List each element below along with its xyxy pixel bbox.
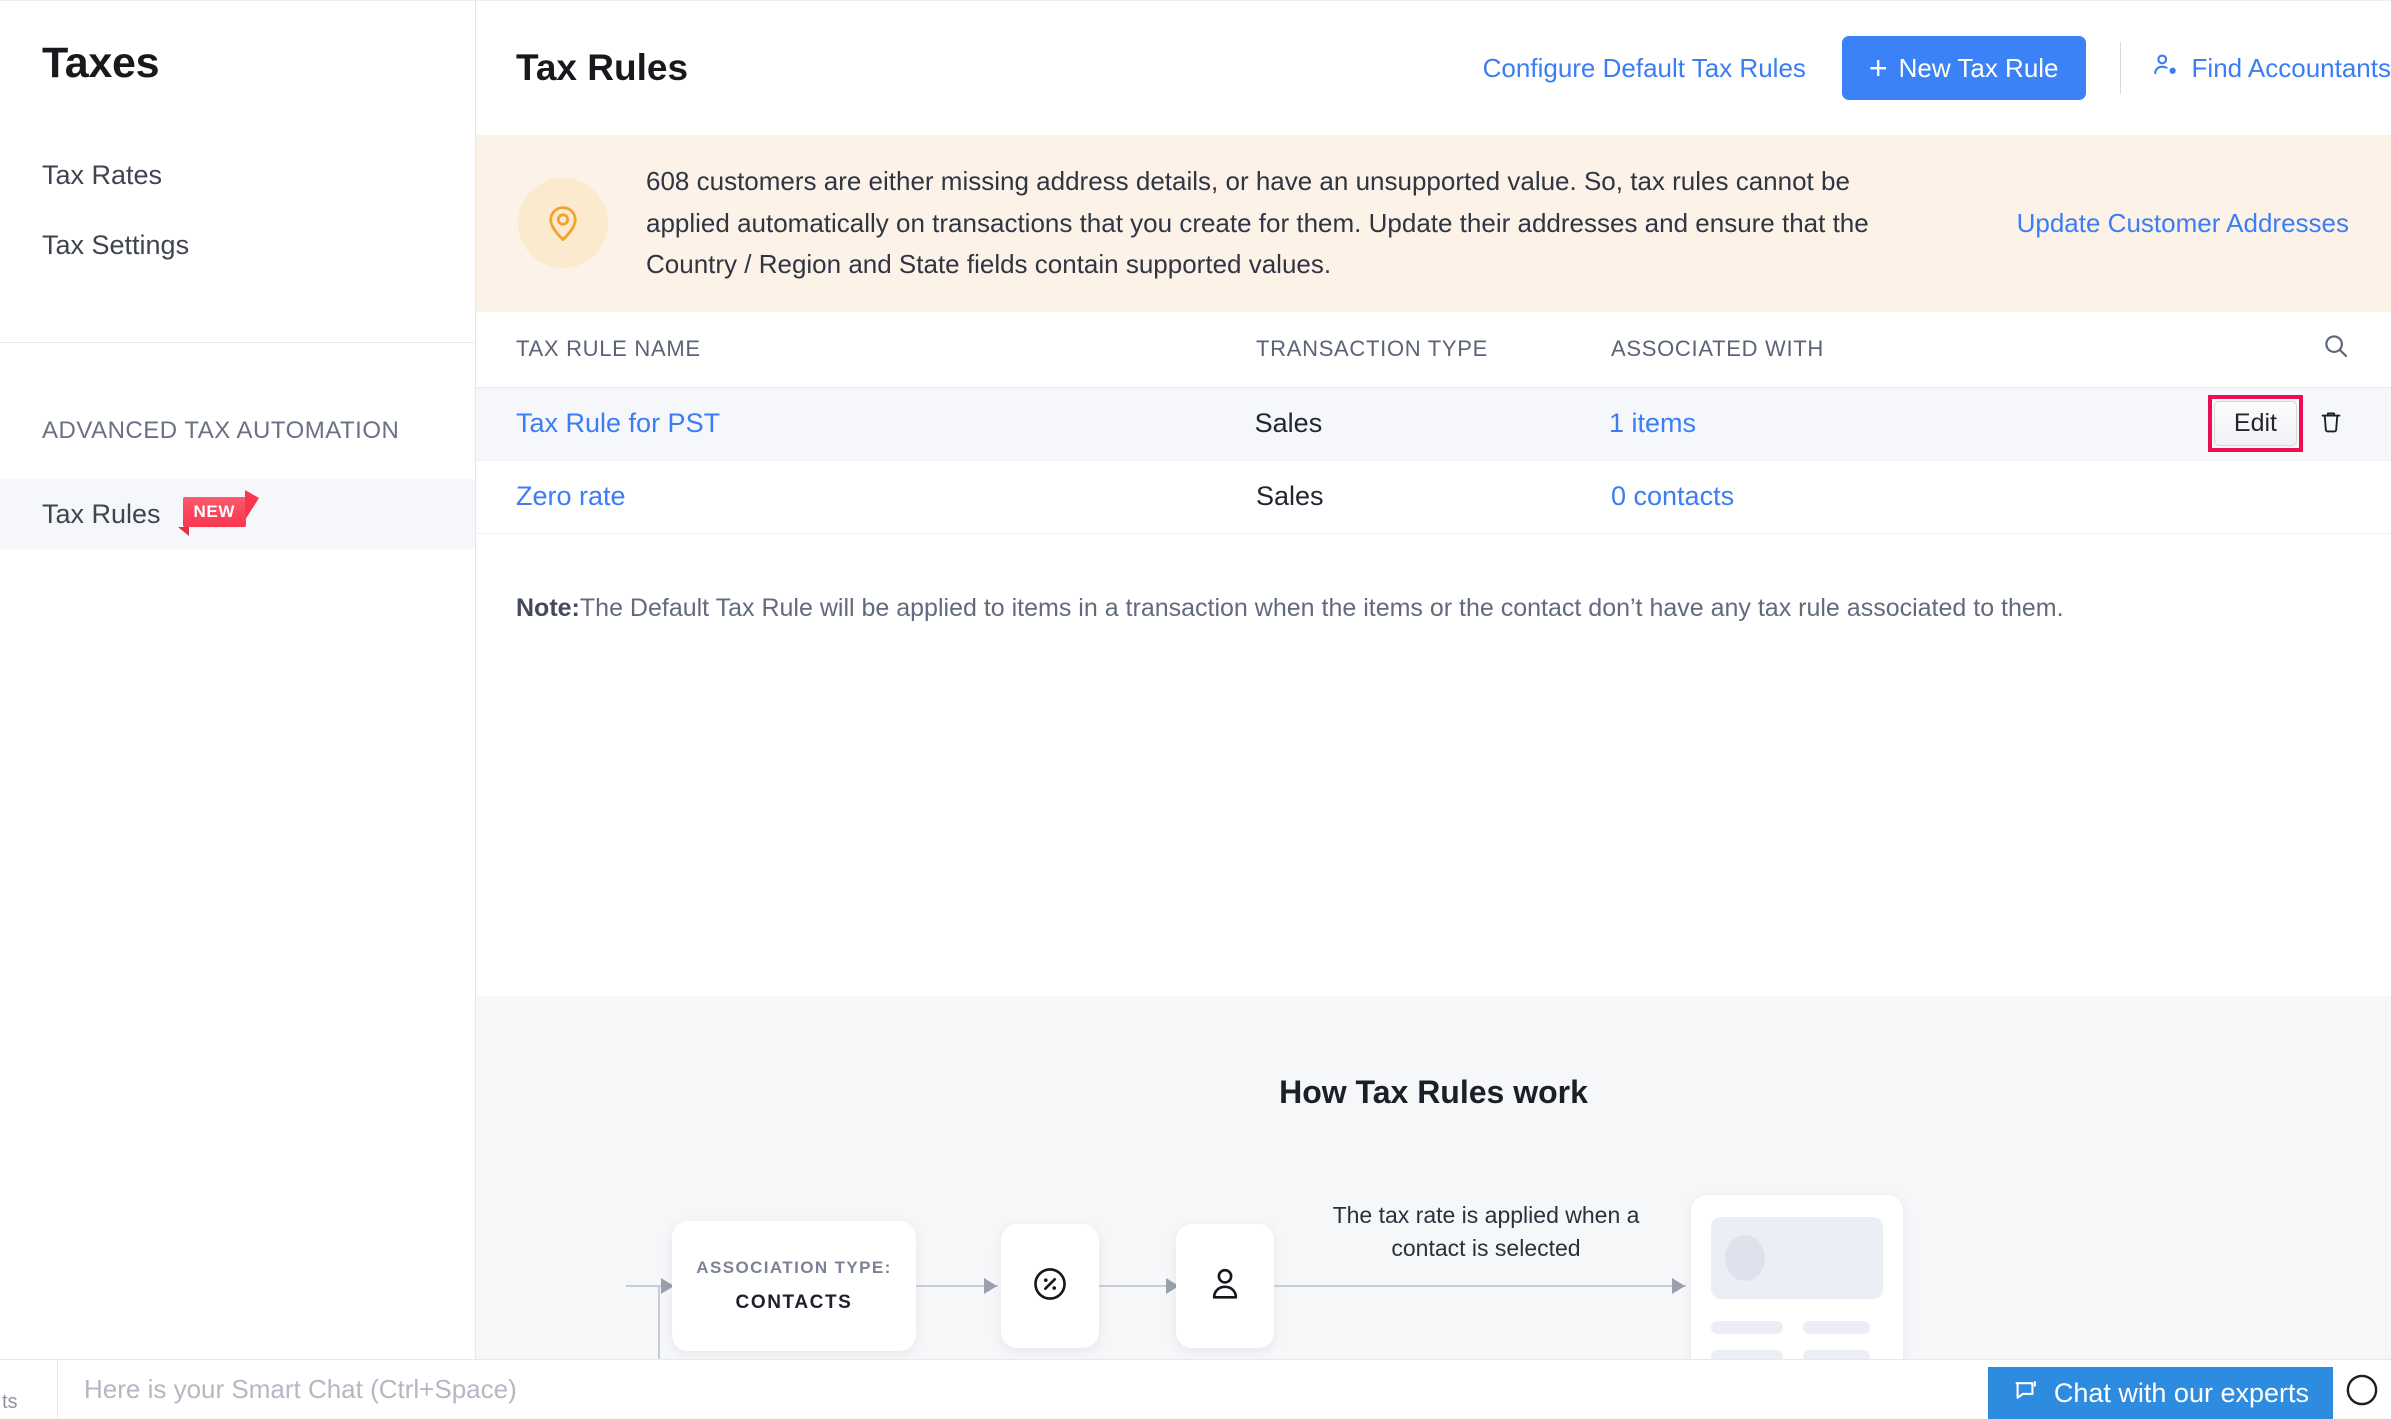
associated-with-link[interactable]: 1 items [1609, 408, 2208, 439]
transaction-preview-card [1691, 1195, 1903, 1359]
plus-icon: + [1868, 50, 1888, 86]
tax-rate-step-card [1001, 1224, 1099, 1348]
location-pin-icon [518, 178, 608, 269]
new-badge: NEW [177, 497, 247, 536]
preview-bar [1711, 1350, 1783, 1359]
tax-rule-name-link[interactable]: Zero rate [516, 481, 1256, 512]
arrow-icon [984, 1278, 997, 1294]
address-warning-banner: 608 customers are either missing address… [476, 135, 2391, 312]
preview-bar [1803, 1321, 1870, 1334]
sidebar-item-label: Tax Rules [42, 498, 161, 529]
note-label: Note: [516, 593, 580, 622]
column-header-transaction-type: TRANSACTION TYPE [1256, 336, 1489, 362]
bottom-bar-left-fragment: ts [0, 1359, 58, 1419]
transaction-type-value: Sales [1254, 408, 1323, 439]
association-type-value: CONTACTS [735, 1292, 853, 1313]
table-row[interactable]: Tax Rule for PST Sales 1 items Edit [476, 387, 2391, 461]
chat-button-label: Chat with our experts [2053, 1377, 2309, 1408]
table-row[interactable]: Zero rate Sales 0 contacts [476, 461, 2391, 534]
chat-bubble-icon [2012, 1376, 2040, 1411]
preview-hero [1711, 1217, 1883, 1299]
find-accountants-label: Find Accountants [2191, 52, 2391, 83]
sidebar-group-label: ADVANCED TAX AUTOMATION [42, 417, 400, 444]
tax-rule-name-link[interactable]: Tax Rule for PST [516, 408, 1255, 439]
configure-default-tax-rules-link[interactable]: Configure Default Tax Rules [1483, 53, 1806, 84]
tax-rules-table: TAX RULE NAME TRANSACTION TYPE ASSOCIATE… [476, 312, 2391, 534]
associated-with-link[interactable]: 0 contacts [1611, 481, 2211, 512]
preview-row [1711, 1321, 1883, 1334]
how-tax-rules-work-section: How Tax Rules work ASSOCIATION TYPE: CON… [476, 996, 2391, 1359]
flow-edge-label: The tax rate is applied when a contact i… [1332, 1202, 1640, 1262]
header-actions: Configure Default Tax Rules + New Tax Ru… [1483, 36, 2391, 100]
sidebar-title: Taxes [42, 39, 160, 87]
table-header-actions [2211, 331, 2351, 367]
flow-elbow-line [658, 1285, 660, 1359]
new-tax-rule-button[interactable]: + New Tax Rule [1841, 36, 2086, 100]
associate-contacts-step-card [1176, 1224, 1274, 1348]
flow-diagram: ASSOCIATION TYPE: CONTACTS The tax rate … [476, 1181, 2391, 1359]
sidebar-item-label: Tax Rates [42, 159, 163, 190]
person-add-icon [2151, 50, 2181, 87]
new-tax-rule-label: New Tax Rule [1898, 52, 2059, 83]
association-type-card: ASSOCIATION TYPE: CONTACTS [672, 1221, 916, 1351]
transaction-type-value: Sales [1256, 481, 1324, 512]
bottom-bar-right-icon[interactable] [2333, 1360, 2391, 1419]
delete-button[interactable] [2311, 404, 2351, 443]
sidebar-item-tax-settings[interactable]: Tax Settings [0, 210, 475, 280]
arrow-icon [1672, 1278, 1685, 1294]
person-icon [1204, 1263, 1246, 1310]
search-icon[interactable] [2321, 331, 2351, 367]
sidebar-item-tax-rules[interactable]: Tax Rules NEW [0, 479, 475, 549]
sidebar: Taxes Tax Rates Tax Settings ADVANCED TA… [0, 0, 476, 1359]
page-title: Tax Rules [516, 47, 689, 88]
edit-button-highlight: Edit [2207, 395, 2304, 453]
page-header: Tax Rules Configure Default Tax Rules + … [476, 1, 2391, 135]
trash-icon [2317, 408, 2345, 439]
app-root: Taxes Tax Rates Tax Settings ADVANCED TA… [0, 0, 2391, 1419]
default-rule-note: Note:The Default Tax Rule will be applie… [476, 534, 2391, 623]
preview-avatar [1725, 1235, 1765, 1281]
sidebar-nav: Tax Rates Tax Settings [0, 140, 475, 280]
edit-button[interactable]: Edit [2213, 401, 2298, 447]
preview-row [1711, 1350, 1883, 1359]
header-divider [2119, 42, 2121, 94]
find-accountants-link[interactable]: Find Accountants [2151, 50, 2391, 87]
column-header-associated-with: ASSOCIATED WITH [1611, 336, 1824, 362]
update-customer-addresses-link[interactable]: Update Customer Addresses [2017, 208, 2355, 239]
sidebar-group-nav: Tax Rules NEW [0, 479, 475, 549]
main-content: Tax Rules Configure Default Tax Rules + … [476, 0, 2391, 1359]
column-header-tax-rule-name: TAX RULE NAME [516, 336, 701, 362]
row-actions: Edit [2207, 395, 2351, 453]
preview-bar [1803, 1350, 1870, 1359]
note-text: The Default Tax Rule will be applied to … [579, 593, 2064, 622]
preview-rows [1711, 1321, 1883, 1359]
sidebar-item-label: Tax Settings [42, 229, 190, 260]
percent-icon [1029, 1263, 1071, 1310]
table-header-row: TAX RULE NAME TRANSACTION TYPE ASSOCIATE… [476, 312, 2391, 388]
preview-bar [1711, 1321, 1783, 1334]
bottom-bar: ts Chat with our experts [0, 1359, 2391, 1419]
sidebar-item-tax-rates[interactable]: Tax Rates [0, 140, 475, 210]
flow-connector [1274, 1285, 1686, 1287]
smart-chat-input[interactable] [58, 1359, 1988, 1419]
banner-message: 608 customers are either missing address… [646, 166, 1869, 280]
chat-with-experts-button[interactable]: Chat with our experts [1987, 1367, 2333, 1419]
how-it-works-title: How Tax Rules work [1279, 1074, 1588, 1110]
association-type-label: ASSOCIATION TYPE: [696, 1258, 892, 1277]
